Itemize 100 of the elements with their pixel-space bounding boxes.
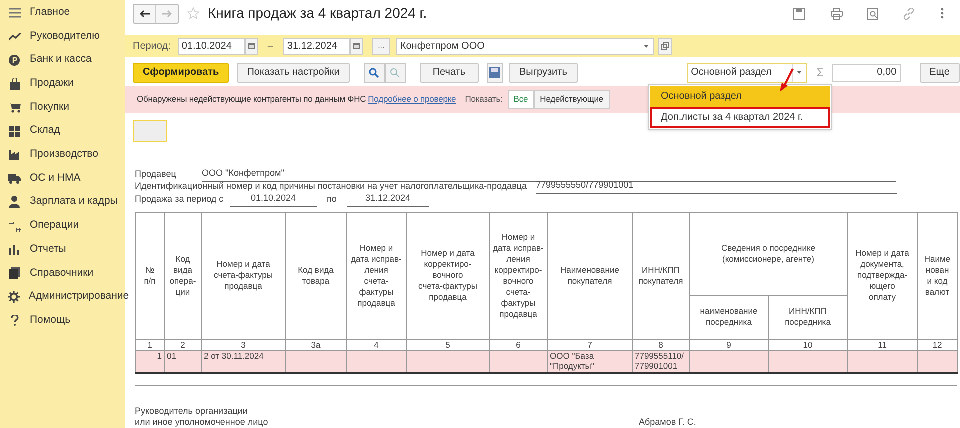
search-clear-icon (390, 68, 400, 78)
column-header: Код вида опера- ции (164, 212, 202, 339)
period-to-value: 31.12.2024 (347, 192, 429, 206)
more-icon[interactable] (941, 8, 944, 20)
column-number: 1 (136, 339, 164, 350)
sidebar-item[interactable]: ОС и НМА (0, 166, 125, 190)
search-button[interactable] (364, 62, 385, 83)
signature-label: Руководитель организации или иное уполномоченное лицо (135, 406, 270, 428)
person-icon (9, 196, 20, 208)
inn-label: Идентификационный номер и код причины постановки на учет налогоплательщика-продавца (135, 180, 528, 193)
link-icon[interactable] (903, 8, 915, 20)
column-group-header: Сведения о посреднике (комиссионере, агенте) (690, 212, 848, 295)
sidebar-item[interactable]: Покупки (0, 96, 125, 120)
filter-toggle[interactable]: Все (508, 90, 534, 109)
column-header: ИНН/КПП покупателя (632, 212, 690, 339)
date-to-field[interactable]: 31.12.2024 (283, 38, 350, 54)
column-number: 12 (918, 339, 958, 350)
calendar-button[interactable] (244, 38, 258, 54)
period-from-value: 01.10.2024 (230, 192, 317, 206)
open-button[interactable] (658, 38, 672, 54)
column-number: 11 (848, 339, 918, 350)
column-number: 4 (346, 339, 406, 350)
period-label: Период: (133, 40, 171, 54)
export-button[interactable]: Выгрузить (508, 62, 578, 83)
debit-credit-icon (8, 220, 20, 232)
dash: – (268, 40, 274, 54)
factory-icon (8, 149, 20, 160)
sidebar-item[interactable]: Справочники (0, 262, 125, 286)
calendar-icon (248, 43, 255, 49)
table-cell: ООО "База "Продукты" (548, 350, 632, 373)
generate-button[interactable]: Сформировать (133, 62, 230, 83)
section-select[interactable]: Основной раздел (687, 62, 807, 83)
column-header: Номер и дата исправ- ления корректиро- вочного счета- фактуры продавца (490, 212, 548, 339)
sigma-icon (816, 67, 824, 78)
more-button[interactable]: Еще (920, 62, 960, 83)
dropdown-caret-icon (644, 44, 650, 48)
save-icon[interactable] (793, 8, 805, 20)
save-button[interactable] (486, 62, 502, 83)
sidebar-item[interactable]: Руководителю (0, 24, 125, 48)
sum-field[interactable]: 0,00 (832, 64, 901, 82)
column-header: Номер и дата исправ- ления счета- фактуры продавца (346, 212, 406, 339)
search-icon (369, 68, 380, 78)
filter-toggle[interactable]: Недействующие (534, 90, 610, 109)
sidebar-item[interactable]: Главное (0, 1, 125, 25)
sidebar-item[interactable]: Банк и касса (0, 48, 125, 72)
selected-cell[interactable] (133, 120, 167, 142)
seller-label: Продавец (135, 168, 178, 181)
dropdown-option[interactable]: Доп.листы за 4 квартал 2024 г. (650, 107, 830, 128)
column-number: 5 (406, 339, 490, 350)
show-label: Показать: (465, 92, 503, 106)
select-button[interactable]: ... (372, 38, 390, 54)
column-header: Номер и дата корректиро- вочного счета-фактуры продавца (406, 212, 490, 339)
preview-icon[interactable] (867, 8, 879, 20)
column-number: 6 (490, 339, 548, 350)
column-header: Наиме нован и код валют (918, 212, 958, 339)
column-header: Номер и дата счета-фактуры продавца (202, 212, 286, 339)
settings-icon (8, 291, 20, 304)
column-number: 3а (286, 339, 346, 350)
star-icon[interactable] (187, 7, 200, 20)
table-cell: 7799555110/ 779901001 (632, 350, 690, 373)
window-title: Книга продаж за 4 квартал 2024 г. (208, 4, 428, 24)
cart-icon (8, 102, 20, 114)
signature-name: Абрамов Г. С. (639, 416, 696, 428)
date-from-field[interactable]: 01.10.2024 (178, 38, 245, 54)
organization-field[interactable]: Конфетпром ООО (396, 38, 654, 54)
open-icon (661, 42, 670, 50)
column-number: 10 (768, 339, 848, 350)
settings-button[interactable]: Показать настройки (237, 62, 350, 83)
column-number: 2 (164, 339, 202, 350)
print-button[interactable]: Печать (420, 62, 479, 83)
sidebar-item[interactable]: Помощь (0, 308, 125, 333)
column-header: Наименование покупателя (548, 212, 632, 339)
column-header: Код вида товара (286, 212, 346, 339)
print-icon[interactable] (831, 8, 843, 20)
sidebar-item[interactable]: Отчеты (0, 238, 125, 262)
column-number: 8 (632, 339, 690, 350)
sidebar-item[interactable]: Склад (0, 119, 125, 144)
books-icon (9, 267, 20, 280)
bag-icon (10, 78, 20, 90)
calendar-icon (353, 43, 360, 49)
sidebar-item[interactable]: Производство (0, 143, 125, 167)
table-cell: 01 (164, 350, 202, 373)
sidebar-item[interactable]: Операции (0, 214, 125, 238)
arrow-annotation (778, 68, 796, 94)
trend-chart-icon (8, 32, 20, 41)
forward-arrow-icon (162, 10, 172, 18)
dropdown-caret-icon (796, 71, 802, 74)
dropdown-option[interactable]: Основной раздел (650, 86, 830, 107)
column-header: № п/п (136, 212, 164, 339)
coin-icon (9, 54, 20, 66)
column-header: Номер и дата документа, подтвержда- ющего оплату (848, 212, 918, 339)
sidebar-item[interactable]: Продажи (0, 72, 125, 96)
details-link[interactable]: Подробнее о проверке (368, 92, 456, 106)
sidebar-item[interactable]: Зарплата и кадры (0, 190, 125, 214)
warning-text: Обнаружены недействующие контрагенты по данным ФНС (137, 92, 366, 106)
calendar-button[interactable] (350, 38, 364, 54)
column-header: наименование посредника (690, 295, 768, 339)
bar-chart-icon (9, 244, 20, 255)
back-arrow-icon (140, 10, 150, 18)
table-cell: 2 от 30.11.2024 (202, 350, 286, 373)
